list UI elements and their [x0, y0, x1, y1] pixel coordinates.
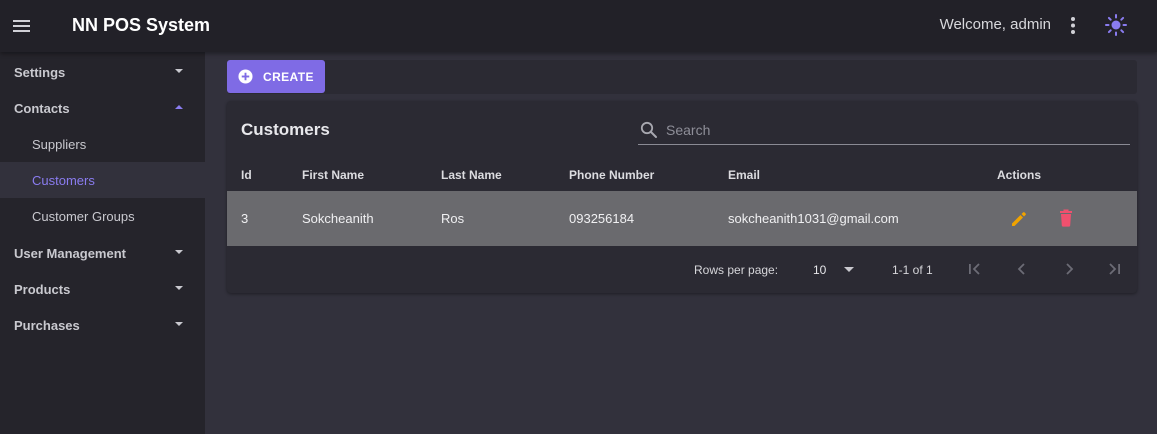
sidebar: Settings Contacts Suppliers Customers Cu… — [0, 52, 205, 434]
rows-per-page-label: Rows per page: — [694, 263, 779, 277]
customers-table-card: Customers Id First Name Last Name Phone … — [227, 101, 1137, 293]
cell-first-name: Sokcheanith — [302, 211, 374, 226]
search-input[interactable] — [666, 119, 1116, 141]
add-circle-icon — [238, 69, 253, 84]
search-field — [638, 115, 1130, 145]
rows-per-page-select[interactable]: 10 — [813, 263, 826, 277]
sidebar-item-products[interactable]: Products — [0, 271, 205, 307]
sidebar-item-customers[interactable]: Customers — [0, 162, 205, 198]
chevron-down-icon — [175, 69, 183, 73]
chevron-down-icon — [175, 250, 183, 254]
chevron-up-icon — [175, 105, 183, 109]
sidebar-item-label: Contacts — [14, 100, 70, 116]
cell-last-name: Ros — [441, 211, 465, 226]
column-header-phone-number[interactable]: Phone Number — [569, 168, 654, 182]
sidebar-item-label: Customer Groups — [32, 208, 135, 224]
sidebar-item-contacts[interactable]: Contacts — [0, 90, 205, 126]
sidebar-item-label: Customers — [32, 172, 95, 188]
sidebar-item-label: Purchases — [14, 317, 80, 333]
welcome-text: Welcome, admin — [939, 16, 1051, 33]
app-bar: NN POS System Welcome, admin — [0, 0, 1157, 52]
sidebar-item-customer-groups[interactable]: Customer Groups — [0, 198, 205, 234]
first-page-icon[interactable] — [967, 262, 983, 276]
pagination: Rows per page: 10 1-1 of 1 — [227, 246, 1137, 293]
column-header-first-name[interactable]: First Name — [302, 168, 364, 182]
delete-icon[interactable] — [1058, 209, 1074, 227]
chevron-down-icon — [175, 286, 183, 290]
app-title: NN POS System — [72, 15, 211, 35]
chevron-down-icon — [175, 322, 183, 326]
cell-id: 3 — [241, 211, 249, 226]
column-header-actions: Actions — [997, 168, 1042, 182]
cell-phone-number: 093256184 — [569, 211, 635, 226]
create-button-label: CREATE — [263, 70, 314, 84]
column-header-email[interactable]: Email — [728, 168, 760, 182]
last-page-icon[interactable] — [1106, 262, 1122, 276]
sidebar-item-label: User Management — [14, 245, 126, 261]
next-page-icon[interactable] — [1061, 262, 1077, 276]
column-header-last-name[interactable]: Last Name — [441, 168, 502, 182]
sidebar-item-settings[interactable]: Settings — [0, 54, 205, 90]
create-button[interactable]: CREATE — [227, 60, 325, 93]
chevron-down-icon[interactable] — [844, 267, 854, 273]
edit-icon[interactable] — [1009, 209, 1029, 229]
menu-icon[interactable] — [12, 16, 32, 36]
search-icon — [640, 121, 657, 138]
table-title: Customers — [241, 120, 330, 139]
sidebar-item-user-management[interactable]: User Management — [0, 235, 205, 271]
cell-email: sokcheanith1031@gmail.com — [728, 211, 899, 226]
sidebar-item-label: Settings — [14, 64, 66, 80]
sidebar-item-label: Products — [14, 281, 71, 297]
more-vert-icon[interactable] — [1064, 14, 1082, 38]
table-row[interactable]: 3 Sokcheanith Ros 093256184 sokcheanith1… — [227, 191, 1137, 246]
toolbar: CREATE — [227, 60, 1137, 94]
theme-toggle-icon[interactable] — [1104, 13, 1128, 37]
column-header-id[interactable]: Id — [241, 168, 252, 182]
sidebar-item-purchases[interactable]: Purchases — [0, 307, 205, 343]
prev-page-icon[interactable] — [1014, 262, 1030, 276]
sidebar-item-label: Suppliers — [32, 136, 87, 152]
pagination-range: 1-1 of 1 — [892, 263, 933, 277]
sidebar-item-suppliers[interactable]: Suppliers — [0, 126, 205, 162]
